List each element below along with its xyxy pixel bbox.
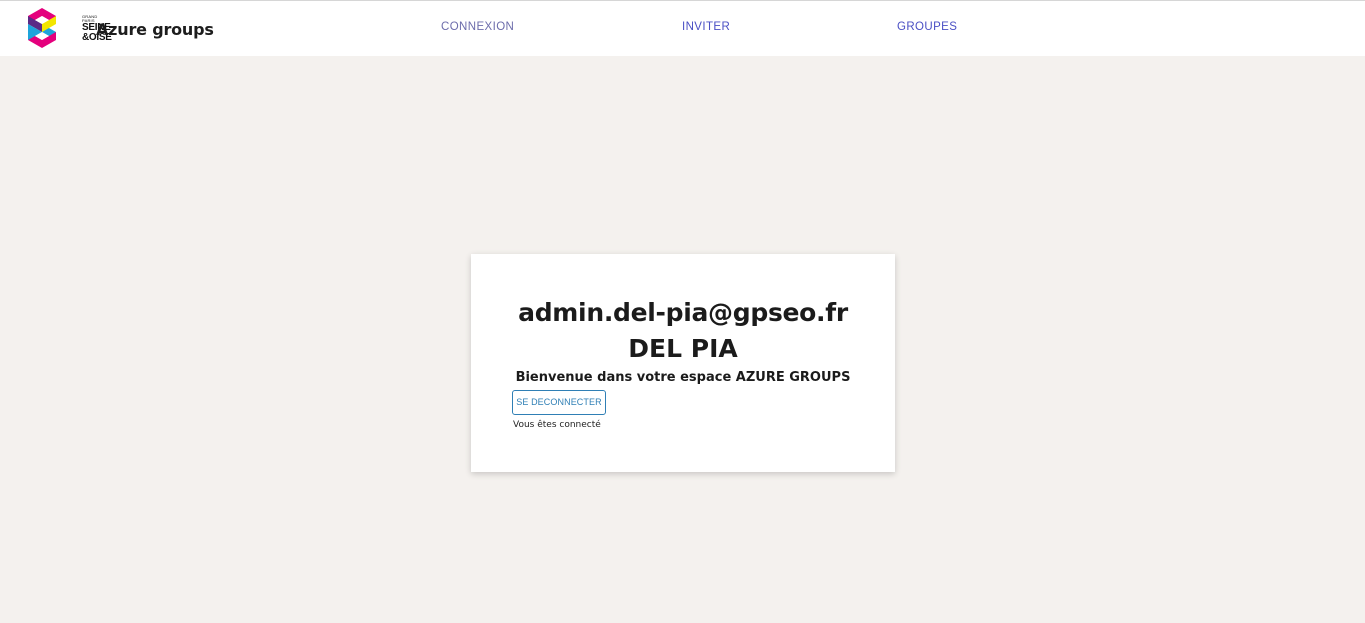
account-card: admin.del-pia@gpseo.fr DEL PIA Bienvenue… [471, 254, 895, 472]
navbar: GRAND PARIS SEINE &OISE Azure groups CON… [0, 1, 1365, 56]
logo[interactable]: GRAND PARIS SEINE &OISE [26, 7, 112, 49]
logout-button[interactable]: SE DECONNECTER [512, 390, 606, 415]
seine-et-oise-logo-icon [28, 8, 56, 48]
brand-title[interactable]: Azure groups [96, 20, 214, 39]
connection-status: Vous êtes connecté [513, 420, 601, 430]
welcome-message: Bienvenue dans votre espace AZURE GROUPS [515, 370, 851, 385]
nav-inviter[interactable]: INVITER [682, 21, 730, 33]
nav-connexion[interactable]: CONNEXION [441, 21, 514, 33]
user-name: DEL PIA [628, 334, 738, 363]
nav-groupes[interactable]: GROUPES [897, 21, 957, 33]
user-email: admin.del-pia@gpseo.fr [518, 298, 848, 327]
